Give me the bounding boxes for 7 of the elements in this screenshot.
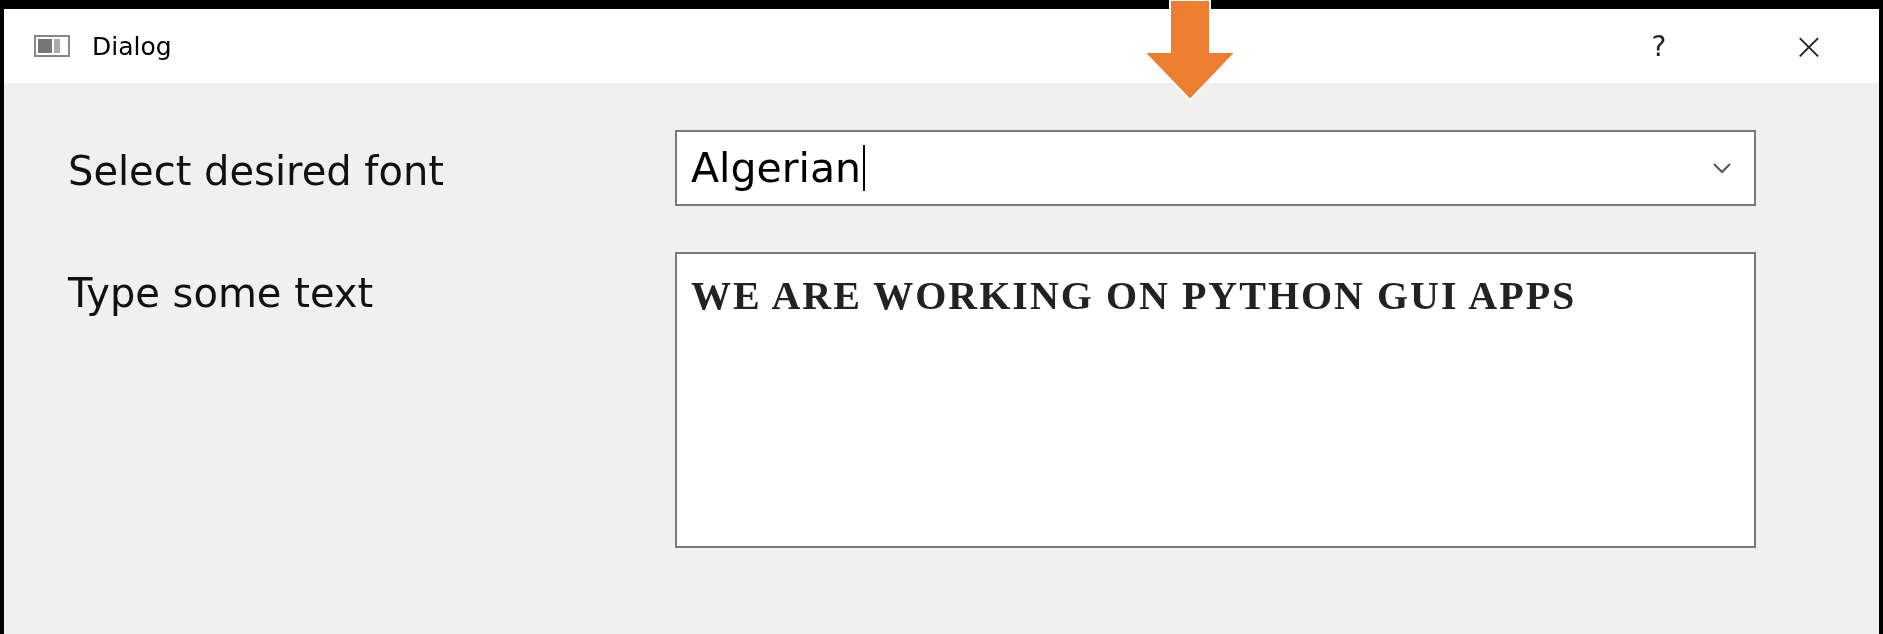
window-icon — [34, 35, 70, 57]
chevron-down-icon — [1712, 162, 1732, 174]
font-combo-box[interactable]: Algerian — [675, 130, 1756, 206]
text-area[interactable]: WE ARE WORKING ON PYTHON GUI APPS — [675, 252, 1756, 548]
window-title: Dialog — [92, 31, 172, 61]
field-label: Type some text — [68, 269, 375, 316]
field-label: Select desired font — [68, 147, 445, 194]
